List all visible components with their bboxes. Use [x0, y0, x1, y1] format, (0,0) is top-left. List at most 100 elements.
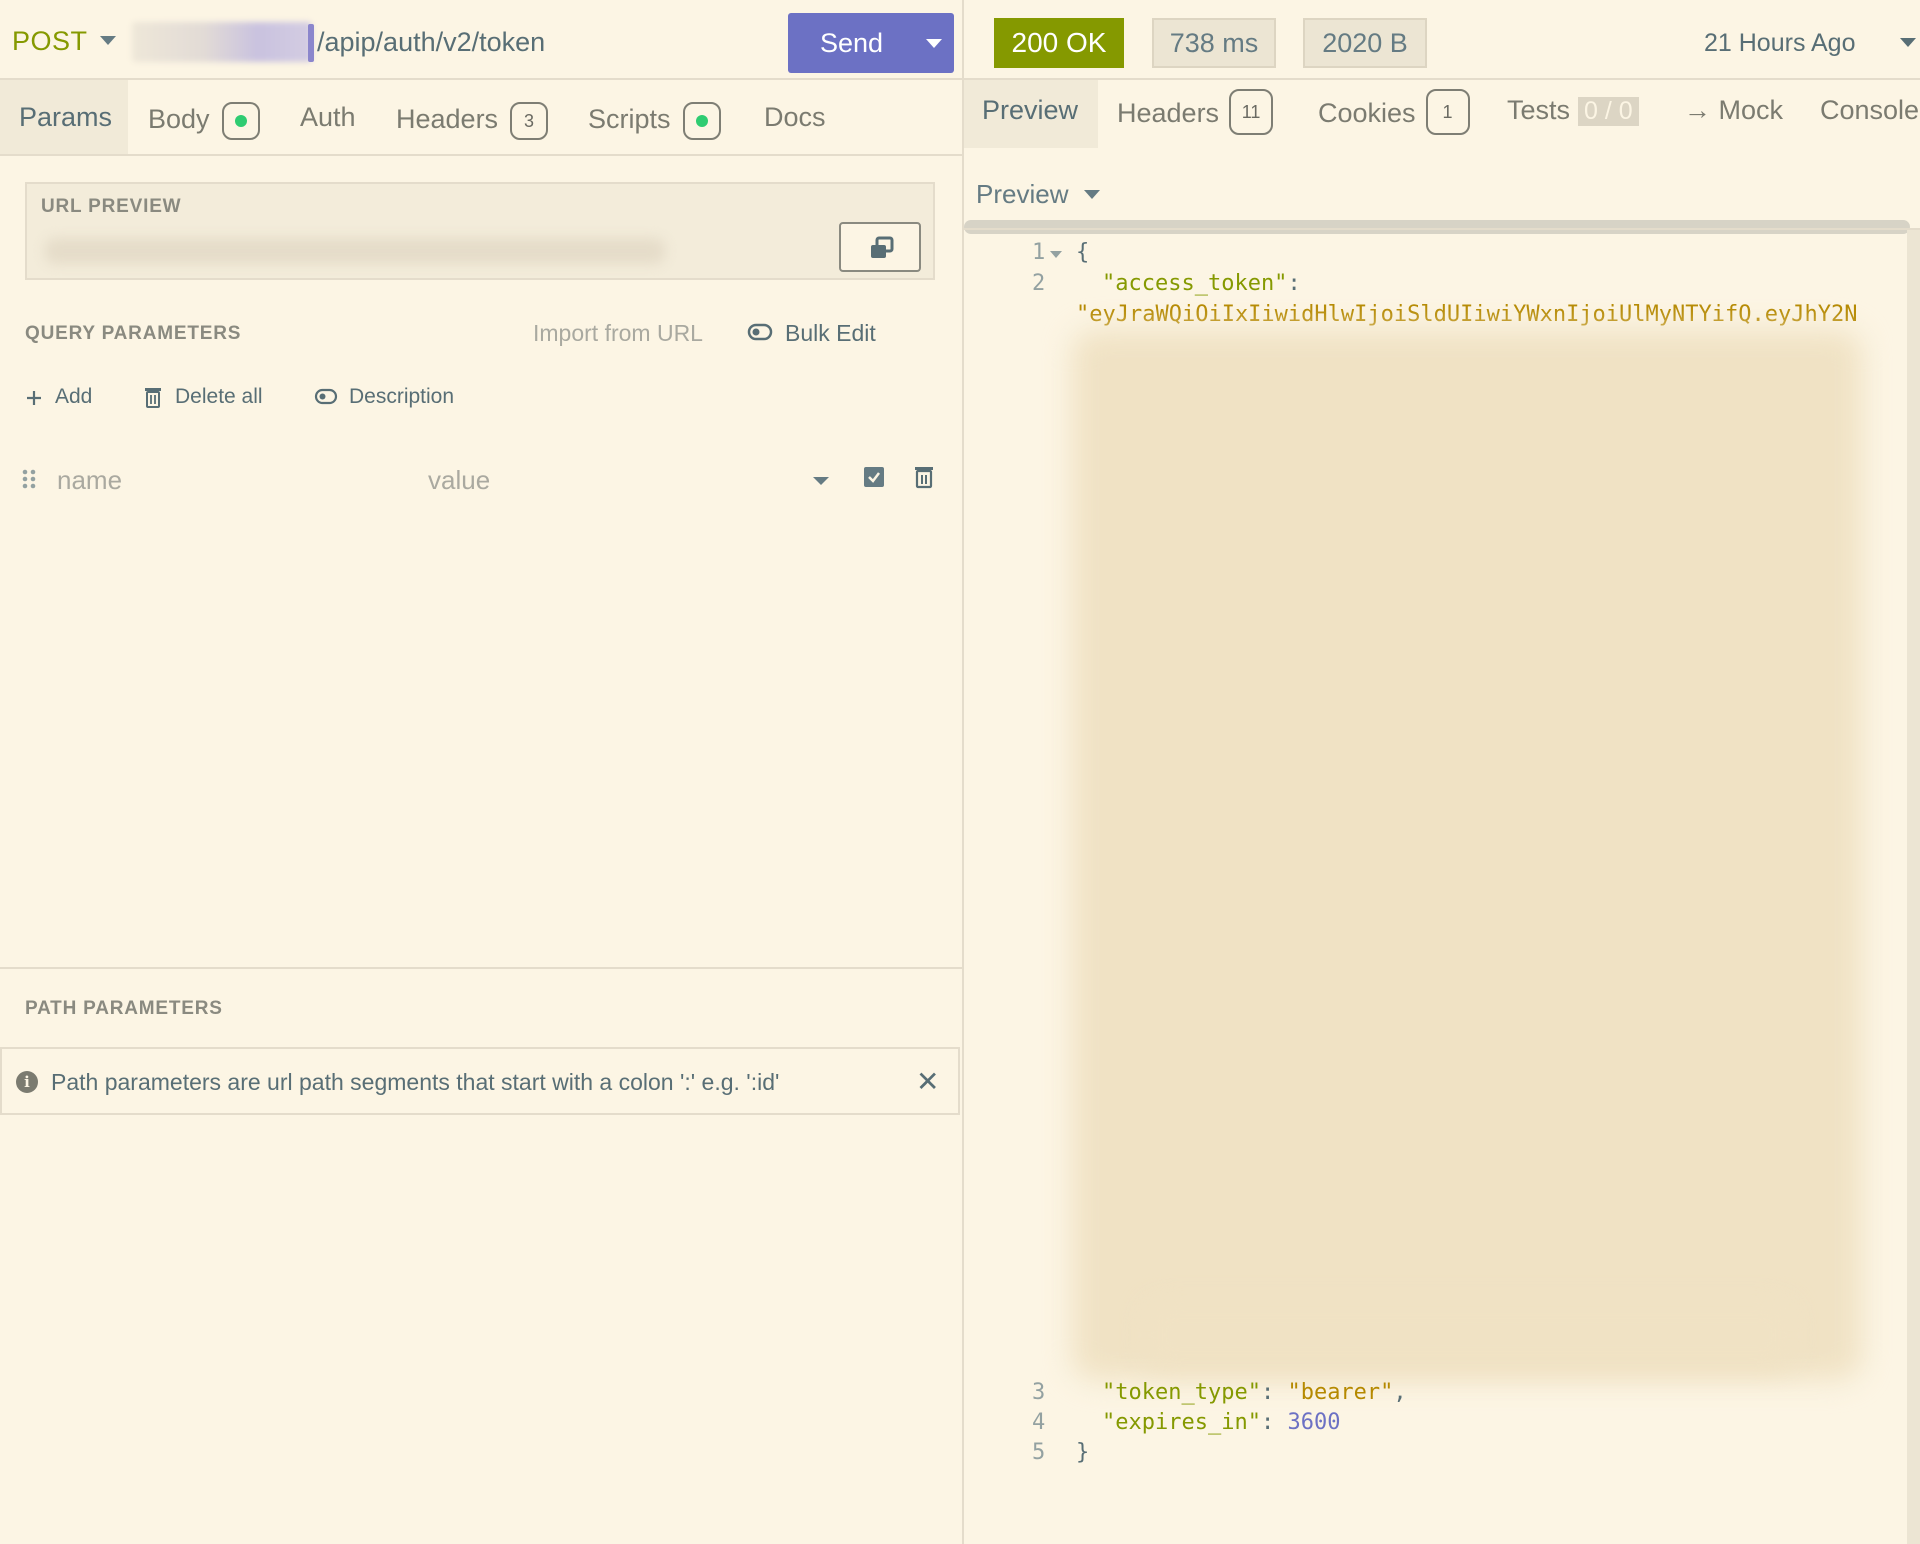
tab-label: Cookies — [1318, 98, 1416, 129]
chevron-down-icon[interactable] — [1900, 38, 1916, 47]
send-button-label: Send — [820, 28, 884, 58]
tab-preview[interactable]: Preview — [964, 80, 1098, 148]
add-param-button[interactable]: Add — [55, 385, 92, 409]
copy-icon — [871, 236, 894, 258]
tab-headers[interactable]: Headers 3 — [396, 80, 549, 154]
import-from-url-button[interactable]: Import from URL — [533, 320, 703, 347]
json-line-access-token: "access_token": — [1102, 271, 1301, 296]
json-colon: : — [1260, 1410, 1275, 1435]
send-dropdown-chevron-icon[interactable] — [926, 39, 942, 48]
text-cursor — [308, 24, 314, 62]
json-line-expires-in: "expires_in": 3600 — [1102, 1410, 1340, 1435]
method-selector[interactable]: POST — [12, 26, 88, 57]
tab-mock[interactable]: → Mock — [1684, 80, 1783, 148]
path-params-info-banner: i Path parameters are url path segments … — [0, 1047, 960, 1115]
line-number: 1 — [1032, 240, 1046, 265]
description-toggle[interactable]: Description — [349, 385, 454, 409]
url-preview-box: URL PREVIEW — [25, 182, 935, 280]
tab-label: Auth — [300, 102, 356, 132]
line-number: 5 — [1032, 1440, 1046, 1465]
copy-button[interactable] — [839, 222, 921, 272]
url-input[interactable]: /apip/auth/v2/token — [317, 27, 545, 58]
status-badge: 200 OK — [994, 18, 1124, 68]
json-line-token-type: "token_type": "bearer", — [1102, 1380, 1407, 1405]
param-row: name value — [0, 455, 962, 505]
tab-params[interactable]: Params — [0, 80, 128, 154]
tab-docs[interactable]: Docs — [764, 80, 826, 154]
trash-icon[interactable] — [914, 465, 934, 489]
tests-score: 0 / 0 — [1578, 97, 1639, 126]
token-redacted — [1072, 330, 1862, 1380]
token-redacted — [1144, 1300, 1794, 1370]
line-number: 3 — [1032, 1380, 1046, 1405]
divider — [964, 228, 1920, 230]
info-text: Path parameters are url path segments th… — [51, 1069, 780, 1095]
url-preview-redacted — [45, 238, 665, 264]
json-key: "access_token" — [1102, 271, 1288, 296]
query-parameters-label: QUERY PARAMETERS — [25, 323, 242, 344]
fold-toggle-icon[interactable] — [1050, 251, 1062, 258]
json-colon: : — [1260, 1380, 1275, 1405]
response-pane: 200 OK 738 ms 2020 B 21 Hours Ago Previe… — [964, 0, 1920, 1544]
code-scrollbar[interactable] — [1907, 230, 1920, 1544]
url-bar: POST /apip/auth/v2/token Send — [0, 0, 962, 80]
url-preview-label: URL PREVIEW — [41, 196, 182, 217]
tab-label: Console — [1820, 95, 1920, 125]
tab-cookies[interactable]: Cookies 1 — [1318, 80, 1470, 148]
response-tabs: Preview Headers 11 Cookies 1 Tests 0 / 0 → … — [964, 80, 1920, 234]
active-dot-icon — [221, 102, 260, 140]
tab-label: Tests — [1507, 95, 1571, 125]
divider — [0, 967, 962, 969]
param-name-input[interactable]: name — [57, 465, 122, 496]
path-parameters-label: PATH PARAMETERS — [25, 998, 223, 1019]
tab-label: Body — [148, 104, 210, 135]
tab-label: Params — [19, 102, 113, 132]
toggle-icon[interactable] — [747, 322, 773, 342]
json-colon: : — [1287, 271, 1301, 296]
info-icon: i — [16, 1071, 38, 1093]
send-button[interactable]: Send — [788, 13, 954, 73]
headers-count-badge: 11 — [1229, 89, 1274, 135]
url-host-redacted[interactable] — [132, 22, 312, 62]
headers-count-badge: 3 — [510, 102, 549, 140]
cookies-count-badge: 1 — [1425, 89, 1470, 135]
request-pane: POST /apip/auth/v2/token Send Params Bod… — [0, 0, 962, 1544]
param-value-input[interactable]: value — [428, 465, 490, 496]
json-open-brace: { — [1076, 240, 1090, 265]
json-number: 3600 — [1287, 1410, 1341, 1435]
tab-response-headers[interactable]: Headers 11 — [1117, 80, 1274, 148]
tab-label: → Mock — [1684, 95, 1784, 125]
json-key: "expires_in" — [1102, 1410, 1261, 1435]
chevron-down-icon[interactable] — [1084, 190, 1100, 199]
response-size-badge: 2020 B — [1303, 18, 1427, 68]
tab-body[interactable]: Body — [148, 80, 260, 154]
response-time-badge: 738 ms — [1152, 18, 1276, 68]
tab-scripts[interactable]: Scripts — [588, 80, 721, 154]
json-access-token-value: "eyJraWQiOiIxIiwidHlwIjoiSldUIiwiYWxnIjo… — [1076, 302, 1858, 327]
tab-auth[interactable]: Auth — [300, 80, 356, 154]
drag-handle-icon[interactable] — [22, 469, 36, 489]
tab-label: Headers — [396, 104, 499, 135]
tab-tests[interactable]: Tests 0 / 0 — [1507, 80, 1639, 148]
tab-label: Preview — [982, 95, 1079, 125]
response-status-bar: 200 OK 738 ms 2020 B 21 Hours Ago — [964, 0, 1920, 80]
check-icon — [868, 472, 880, 483]
bulk-edit-button[interactable]: Bulk Edit — [785, 320, 876, 347]
json-string: "bearer" — [1287, 1380, 1394, 1405]
chevron-down-icon[interactable] — [100, 36, 116, 45]
trash-icon[interactable] — [144, 386, 162, 408]
tabs-scrollbar[interactable] — [964, 220, 1910, 234]
tab-console[interactable]: Console — [1820, 80, 1919, 148]
tab-label: Scripts — [588, 104, 671, 135]
request-tabs: Params Body Auth Headers 3 Scripts Docs — [0, 80, 962, 156]
history-selector[interactable]: 21 Hours Ago — [1704, 29, 1856, 58]
preview-mode-selector[interactable]: Preview — [976, 179, 1068, 210]
delete-all-button[interactable]: Delete all — [175, 385, 263, 409]
plus-icon[interactable] — [25, 389, 43, 407]
toggle-icon[interactable] — [314, 388, 338, 406]
tab-label: Headers — [1117, 98, 1220, 129]
enabled-checkbox[interactable] — [864, 467, 884, 487]
chevron-down-icon[interactable] — [813, 477, 829, 485]
json-key: "token_type" — [1102, 1380, 1261, 1405]
close-icon[interactable]: ✕ — [916, 1065, 939, 1098]
